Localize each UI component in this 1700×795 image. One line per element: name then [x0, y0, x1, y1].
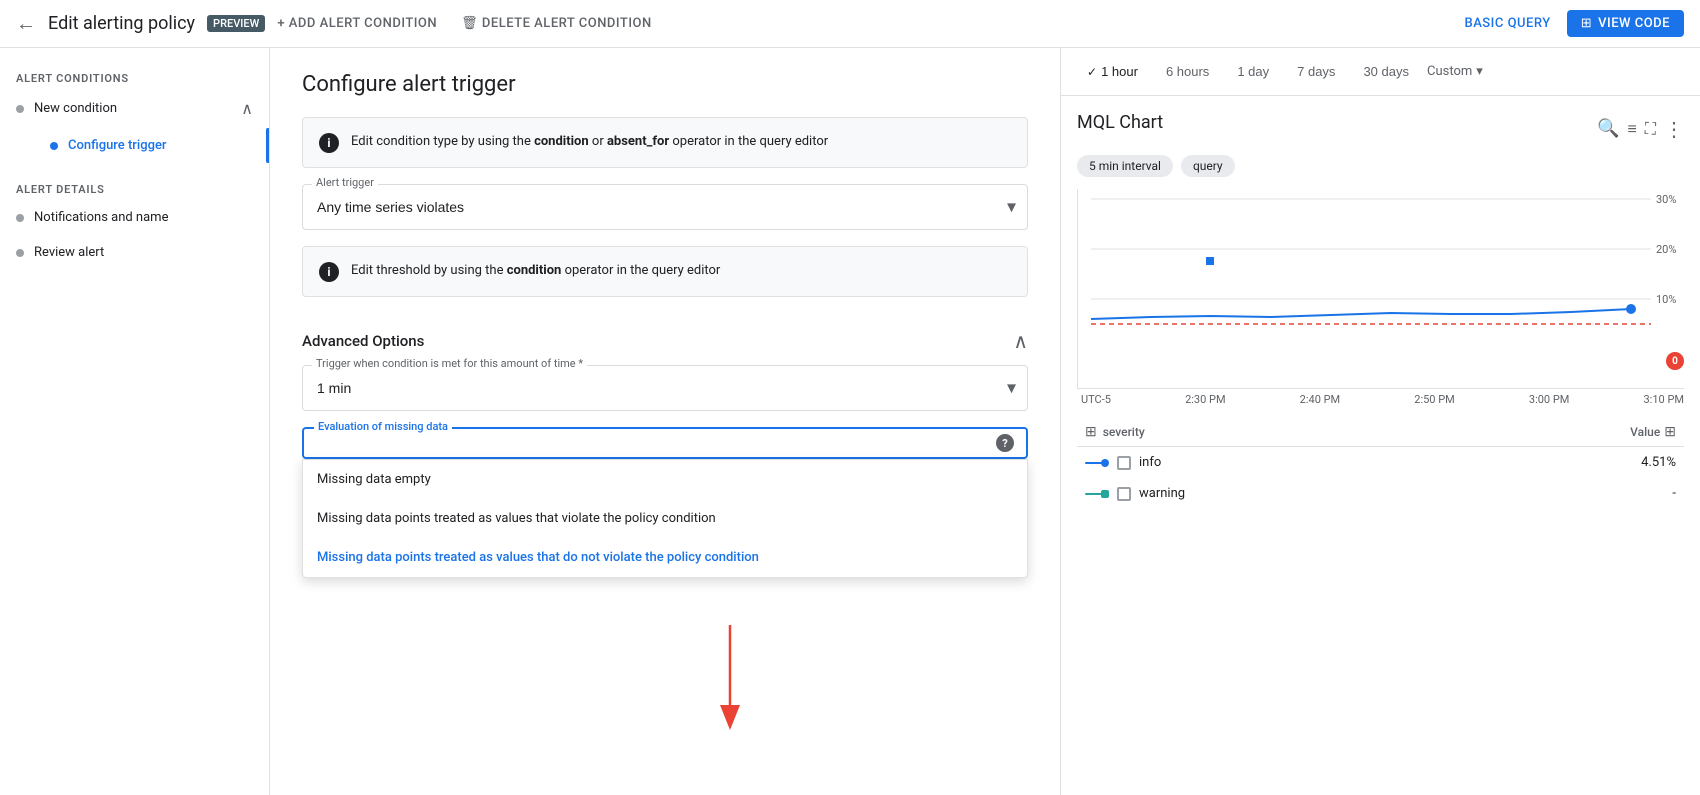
back-icon[interactable]: ←: [16, 11, 36, 36]
time-1day-button[interactable]: 1 day: [1227, 60, 1279, 83]
topbar: ← Edit alerting policy PREVIEW + ADD ALE…: [0, 0, 1700, 48]
missing-data-field: Evaluation of missing data ? Missing dat…: [302, 427, 1028, 459]
trigger-duration-select[interactable]: 1 min: [302, 365, 1028, 411]
alert-details-section: ALERT DETAILS: [0, 175, 269, 200]
info-checkbox[interactable]: [1117, 456, 1131, 470]
svg-text:10%: 10%: [1656, 293, 1676, 306]
dropdown-item-2[interactable]: Missing data points treated as values th…: [303, 538, 1027, 577]
sidebar: ALERT CONDITIONS New condition ∧ Configu…: [0, 48, 270, 795]
alert-trigger-select[interactable]: Any time series violates: [302, 184, 1028, 230]
delete-alert-condition-button[interactable]: 🗑 DELETE ALERT CONDITION: [461, 16, 652, 31]
info-box-condition-type: i Edit condition type by using the condi…: [302, 117, 1028, 168]
time-custom-button[interactable]: Custom ▾: [1427, 64, 1483, 79]
table-row: warning -: [1077, 478, 1684, 509]
time-1hour-button[interactable]: ✓ 1 hour: [1077, 60, 1148, 83]
alert-conditions-section: ALERT CONDITIONS: [0, 64, 269, 89]
search-chart-icon[interactable]: 🔍: [1597, 118, 1619, 139]
chart-x-labels: UTC-5 2:30 PM 2:40 PM 2:50 PM 3:00 PM 3:…: [1077, 389, 1684, 406]
chart-title: MQL Chart: [1077, 112, 1163, 133]
chart-area: 30% 20% 10% 0: [1077, 189, 1684, 389]
sidebar-item-configure-trigger[interactable]: Configure trigger: [34, 128, 269, 163]
table-row: info 4.51%: [1077, 447, 1684, 479]
svg-text:30%: 30%: [1656, 193, 1676, 206]
alert-trigger-field: Alert trigger Any time series violates ▾: [302, 184, 1028, 230]
new-condition-bullet: [16, 105, 24, 113]
configure-trigger-bullet: [50, 142, 58, 150]
main-layout: ALERT CONDITIONS New condition ∧ Configu…: [0, 48, 1700, 795]
sidebar-item-review-alert[interactable]: Review alert: [0, 235, 269, 270]
expand-icon: ∧: [241, 99, 253, 118]
sidebar-item-notifications[interactable]: Notifications and name: [0, 200, 269, 235]
info-icon-1: i: [319, 133, 339, 153]
new-condition-label: New condition: [34, 101, 117, 116]
page-title: Edit alerting policy: [48, 13, 195, 34]
view-code-button[interactable]: ⊞ VIEW CODE: [1567, 10, 1684, 37]
add-alert-condition-button[interactable]: + ADD ALERT CONDITION: [277, 16, 437, 31]
configure-trigger-label: Configure trigger: [68, 138, 167, 153]
severity-col-header: ⊞ severity: [1077, 418, 1473, 447]
legend-icon[interactable]: ≡: [1627, 119, 1636, 139]
center-panel: Configure alert trigger i Edit condition…: [270, 48, 1060, 795]
panel-title: Configure alert trigger: [302, 72, 1028, 97]
dropdown-item-1[interactable]: Missing data points treated as values th…: [303, 499, 1027, 538]
fullscreen-icon[interactable]: ⛶: [1645, 119, 1656, 139]
more-icon[interactable]: ⋮: [1664, 117, 1684, 141]
time-7days-button[interactable]: 7 days: [1287, 60, 1345, 83]
notifications-bullet: [16, 214, 24, 222]
basic-query-button[interactable]: BASIC QUERY: [1464, 16, 1550, 31]
chart-svg: 30% 20% 10%: [1078, 189, 1684, 349]
info-box-threshold: i Edit threshold by using the condition …: [302, 246, 1028, 297]
table-icon: ⊞: [1085, 424, 1097, 440]
alert-count-badge: 0: [1666, 352, 1684, 370]
value-col-header: Value ⊞: [1473, 418, 1684, 447]
chart-container: MQL Chart 🔍 ≡ ⛶ ⋮ 5 min interval query: [1061, 96, 1700, 795]
advanced-options-chevron-icon: ∧: [1013, 329, 1028, 353]
time-6hours-button[interactable]: 6 hours: [1156, 60, 1219, 83]
dropdown-item-0[interactable]: Missing data empty: [303, 460, 1027, 499]
view-code-icon: ⊞: [1581, 16, 1592, 31]
time-range-toolbar: ✓ 1 hour 6 hours 1 day 7 days 30 days Cu…: [1061, 48, 1700, 96]
info-text-1: Edit condition type by using the conditi…: [351, 132, 828, 152]
svg-text:20%: 20%: [1656, 243, 1676, 256]
severity-table: ⊞ severity Value ⊞: [1077, 418, 1684, 509]
value-columns-icon: ⊞: [1664, 424, 1676, 440]
missing-data-label: Evaluation of missing data: [314, 420, 452, 433]
trigger-duration-label: Trigger when condition is met for this a…: [312, 357, 587, 370]
warning-checkbox[interactable]: [1117, 487, 1131, 501]
info-text-2: Edit threshold by using the condition op…: [351, 261, 720, 281]
help-icon[interactable]: ?: [996, 434, 1014, 452]
red-arrow-annotation: [670, 615, 790, 745]
interval-tag[interactable]: 5 min interval: [1077, 155, 1173, 177]
right-panel: ✓ 1 hour 6 hours 1 day 7 days 30 days Cu…: [1060, 48, 1700, 795]
query-tag[interactable]: query: [1181, 155, 1235, 177]
custom-chevron-icon: ▾: [1476, 64, 1483, 79]
preview-badge: PREVIEW: [207, 15, 265, 32]
missing-data-select[interactable]: Evaluation of missing data ?: [302, 427, 1028, 459]
time-30days-button[interactable]: 30 days: [1353, 60, 1419, 83]
info-icon-2: i: [319, 262, 339, 282]
sidebar-item-new-condition[interactable]: New condition ∧: [0, 89, 269, 128]
trigger-duration-field: Trigger when condition is met for this a…: [302, 365, 1028, 411]
missing-data-dropdown-menu: Missing data empty Missing data points t…: [302, 459, 1028, 578]
review-alert-bullet: [16, 249, 24, 257]
check-icon: ✓: [1087, 65, 1097, 79]
notifications-label: Notifications and name: [34, 210, 168, 225]
chart-tags: 5 min interval query: [1077, 155, 1684, 177]
alert-trigger-label: Alert trigger: [312, 176, 378, 189]
advanced-options-title: Advanced Options: [302, 332, 424, 350]
review-alert-label: Review alert: [34, 245, 104, 260]
